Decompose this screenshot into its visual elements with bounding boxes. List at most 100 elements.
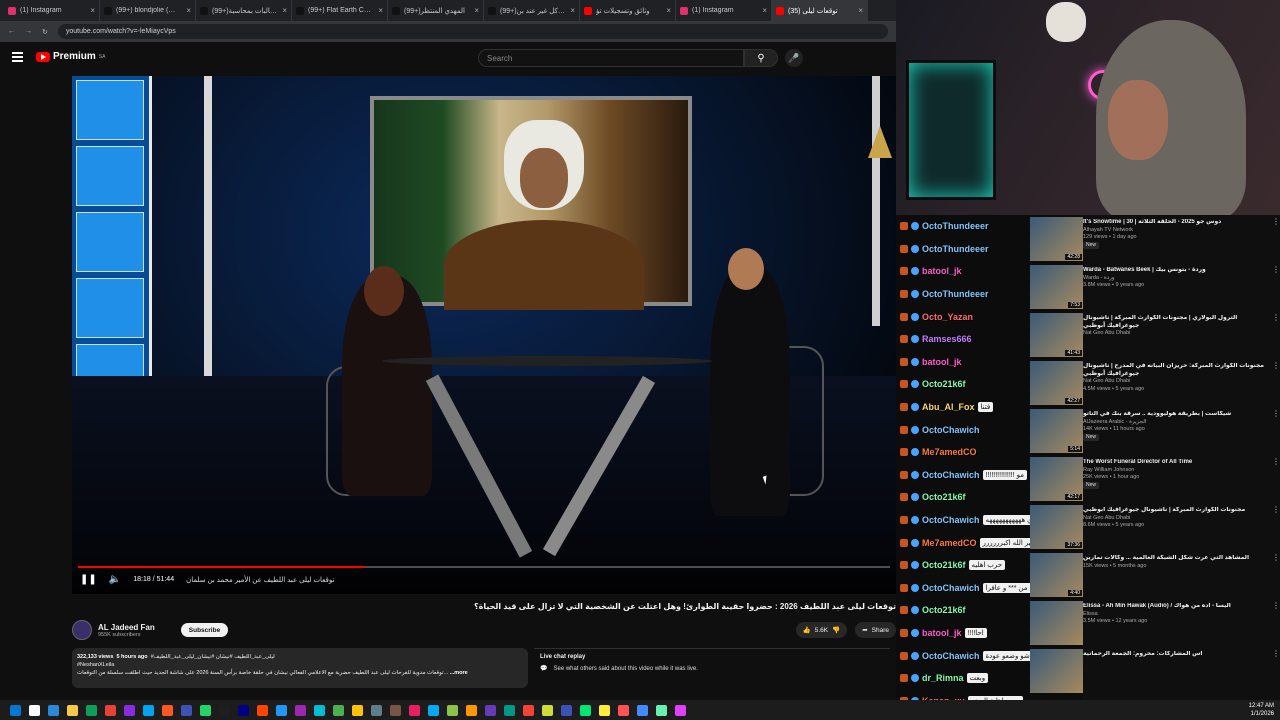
taskbar-app-icon[interactable]: [333, 704, 344, 716]
video-thumbnail[interactable]: 7:53: [1030, 265, 1083, 309]
close-icon[interactable]: ×: [570, 6, 575, 15]
taskbar-app-icon[interactable]: [656, 704, 667, 716]
browser-tab[interactable]: (1) Instagram ×: [4, 0, 100, 21]
close-icon[interactable]: ×: [666, 6, 671, 15]
video-thumbnail[interactable]: 42:17: [1030, 457, 1083, 501]
rec-channel[interactable]: Ray William Johnson: [1083, 467, 1268, 475]
more-options-icon[interactable]: ⋮: [1272, 217, 1280, 261]
more-options-icon[interactable]: ⋮: [1272, 505, 1280, 549]
rec-channel[interactable]: Alhayah TV Network: [1083, 227, 1268, 235]
rec-title[interactable]: Warda - Batwanes Beek | وردة - بتونس بيك: [1083, 267, 1268, 275]
forward-icon[interactable]: →: [25, 28, 32, 35]
rec-channel[interactable]: Nat Geo Abu Dhabi: [1083, 378, 1268, 386]
taskbar-app-icon[interactable]: [675, 704, 686, 716]
close-icon[interactable]: ×: [282, 6, 287, 15]
browser-tab[interactable]: (99+) Flat Earth Challe... ×: [292, 0, 388, 21]
more-options-icon[interactable]: ⋮: [1272, 649, 1280, 693]
taskbar-app-icon[interactable]: [124, 704, 135, 716]
channel-avatar[interactable]: [72, 620, 92, 640]
taskbar-app-icon[interactable]: [637, 704, 648, 716]
video-thumbnail[interactable]: 37:36: [1030, 505, 1083, 549]
close-icon[interactable]: ×: [378, 6, 383, 15]
taskbar-app-icon[interactable]: [257, 704, 268, 716]
browser-tab[interactable]: (99+)مطالبات بمحاسبة ×: [196, 0, 292, 21]
description-box[interactable]: 322,133 views 5 hours ago #ليلى_عبد_اللط…: [72, 648, 528, 688]
rec-title[interactable]: Elissa - Ah Min Hawak (Audio) / اليسا - …: [1083, 603, 1268, 611]
close-icon[interactable]: ×: [474, 6, 479, 15]
chapter-title[interactable]: توقعات ليلى عبد اللطيف عن الأمير محمد بن…: [186, 576, 334, 584]
more-options-icon[interactable]: ⋮: [1272, 361, 1280, 405]
taskbar-app-icon[interactable]: [580, 704, 591, 716]
taskbar-app-icon[interactable]: [105, 704, 116, 716]
youtube-logo[interactable]: Premium SA: [36, 51, 105, 62]
recommendation-item[interactable]: مجنونات الكوارث المبركة | ناشيونال جيوغر…: [1083, 503, 1280, 551]
taskbar-app-icon[interactable]: [561, 704, 572, 716]
taskbar-app-icon[interactable]: [447, 704, 458, 716]
recommendation-item[interactable]: It's Snowtime | 30 | دوس جو 2025 - الحلق…: [1083, 215, 1280, 263]
recommendation-item[interactable]: اس المشاركات: محروم: الجمعة الرحمانية ⋮: [1083, 647, 1280, 695]
close-icon[interactable]: ×: [858, 6, 863, 15]
video-player[interactable]: ❚❚ 🔈 18:18 / 51:44 توقعات ليلى عبد اللطي…: [72, 76, 896, 594]
more-options-icon[interactable]: ⋮: [1272, 457, 1280, 501]
rec-title[interactable]: مجنونات الكوارث المبركة: حريزان البيانه …: [1083, 363, 1268, 378]
rec-title[interactable]: مجنونات الكوارث المبركة | ناشيونال جيوغر…: [1083, 507, 1268, 515]
taskbar-app-icon[interactable]: [143, 704, 154, 716]
rec-title[interactable]: The Worst Funeral Director of All Time: [1083, 459, 1268, 467]
taskbar-app-icon[interactable]: [48, 704, 59, 716]
taskbar-app-icon[interactable]: [295, 704, 306, 716]
browser-tab[interactable]: (1) Instagram ×: [676, 0, 772, 21]
video-thumbnail[interactable]: [1030, 649, 1083, 693]
recommendation-item[interactable]: Warda - Batwanes Beek | وردة - بتونس بيك…: [1083, 263, 1280, 311]
taskbar-app-icon[interactable]: [200, 704, 211, 716]
rec-title[interactable]: اس المشاركات: محروم: الجمعة الرحمانية: [1083, 651, 1268, 659]
hashtag-line[interactable]: #NeshanXLeila: [77, 661, 523, 669]
video-thumbnail[interactable]: 5:14: [1030, 409, 1083, 453]
taskbar-app-icon[interactable]: [352, 704, 363, 716]
taskbar-app-icon[interactable]: [67, 704, 78, 716]
more-options-icon[interactable]: ⋮: [1272, 265, 1280, 309]
recommendation-item[interactable]: مجنونات الكوارث المبركة: حريزان البيانه …: [1083, 359, 1280, 407]
taskbar-app-icon[interactable]: [219, 704, 230, 716]
browser-tab[interactable]: (35) توقعات ليلى ×: [772, 0, 868, 21]
taskbar-app-icon[interactable]: [86, 704, 97, 716]
recommendation-item[interactable]: الترول البولاري | مجنونات الكوارث المبرك…: [1083, 311, 1280, 359]
taskbar-app-icon[interactable]: [409, 704, 420, 716]
taskbar-app-icon[interactable]: [523, 704, 534, 716]
taskbar-app-icon[interactable]: [371, 704, 382, 716]
taskbar-app-icon[interactable]: [542, 704, 553, 716]
pause-icon[interactable]: ❚❚: [80, 574, 97, 585]
taskbar-app-icon[interactable]: [276, 704, 287, 716]
taskbar-app-icon[interactable]: [504, 704, 515, 716]
taskbar-app-icon[interactable]: [390, 704, 401, 716]
rec-title[interactable]: المشاهد التي عرت شكل الشبكة العالمية ...…: [1083, 555, 1268, 563]
rec-channel[interactable]: Nat Geo Abu Dhabi: [1083, 515, 1268, 523]
hashtags[interactable]: #ليلى_عبد_اللطيف #نيشان #نيشان_ليلى_عبد_…: [151, 654, 275, 660]
close-icon[interactable]: ×: [186, 6, 191, 15]
mic-icon[interactable]: 🎤: [785, 49, 803, 67]
back-icon[interactable]: ←: [8, 28, 15, 35]
like-button[interactable]: 👍 5.6K 👎: [795, 622, 848, 638]
video-thumbnail[interactable]: 4:40: [1030, 553, 1083, 597]
more-options-icon[interactable]: ⋮: [1272, 601, 1280, 645]
channel-name[interactable]: AL Jadeed Fan: [98, 623, 155, 632]
menu-icon[interactable]: [12, 52, 23, 62]
more-link[interactable]: ...more: [450, 670, 468, 676]
video-thumbnail[interactable]: 42:28: [1030, 217, 1083, 261]
share-button[interactable]: ➦ Share: [855, 622, 896, 638]
taskbar-app-icon[interactable]: [162, 704, 173, 716]
close-icon[interactable]: ×: [90, 6, 95, 15]
browser-tab[interactable]: (99+)المهدي المنتظر ×: [388, 0, 484, 21]
browser-tab[interactable]: (99+) blondjolie (@bl... ×: [100, 0, 196, 21]
taskbar-app-icon[interactable]: [181, 704, 192, 716]
volume-icon[interactable]: 🔈: [109, 574, 121, 585]
rec-title[interactable]: It's Snowtime | 30 | دوس جو 2025 - الحلق…: [1083, 219, 1268, 227]
recommendation-item[interactable]: The Worst Funeral Director of All Time Ra…: [1083, 455, 1280, 503]
more-options-icon[interactable]: ⋮: [1272, 313, 1280, 357]
taskbar-app-icon[interactable]: [10, 704, 21, 716]
video-thumbnail[interactable]: 42:27: [1030, 361, 1083, 405]
taskbar-app-icon[interactable]: [466, 704, 477, 716]
search-input[interactable]: Search: [478, 49, 744, 67]
browser-tab[interactable]: وثائق وتسجيلات تؤ ×: [580, 0, 676, 21]
progress-bar[interactable]: [78, 566, 890, 568]
rec-channel[interactable]: AlJazeera Arabic - الجزيرة: [1083, 419, 1268, 427]
